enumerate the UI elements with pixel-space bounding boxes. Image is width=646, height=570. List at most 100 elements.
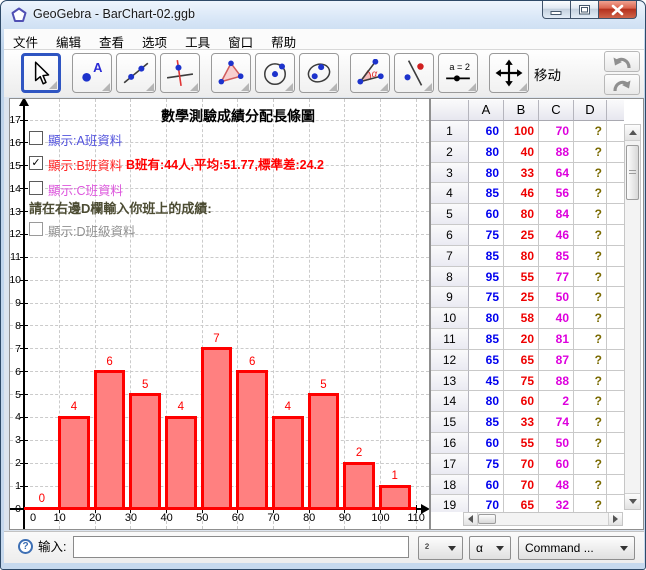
row-header-9[interactable]: 9	[431, 287, 469, 308]
horizontal-scrollbar-thumb[interactable]	[478, 514, 496, 524]
cell-A10[interactable]: 80	[469, 308, 504, 329]
cell-C12[interactable]: 87	[539, 350, 574, 371]
cell-D11[interactable]: ?	[574, 329, 607, 350]
cell-B5[interactable]: 80	[504, 204, 539, 225]
cell-A19[interactable]: 70	[469, 495, 504, 512]
show-class-d-label[interactable]: 顯示:D班級資料	[48, 221, 136, 240]
row-header-14[interactable]: 14	[431, 391, 469, 412]
row-header-2[interactable]: 2	[431, 142, 469, 163]
cell-A5[interactable]: 60	[469, 204, 504, 225]
cell-B11[interactable]: 20	[504, 329, 539, 350]
cell-B2[interactable]: 40	[504, 142, 539, 163]
cell-filler[interactable]	[607, 475, 624, 496]
cell-filler[interactable]	[607, 495, 624, 512]
tool-options-corner-icon[interactable]	[146, 83, 154, 91]
cell-B12[interactable]: 65	[504, 350, 539, 371]
cell-filler[interactable]	[607, 391, 624, 412]
cell-A4[interactable]: 85	[469, 183, 504, 204]
graphics-view[interactable]: 0102030405060708090100110012345678910111…	[9, 98, 430, 530]
cell-B4[interactable]: 46	[504, 183, 539, 204]
cell-D8[interactable]: ?	[574, 267, 607, 288]
bar[interactable]	[129, 393, 161, 510]
cell-D18[interactable]: ?	[574, 475, 607, 496]
help-icon[interactable]: ?	[18, 539, 33, 554]
cell-D9[interactable]: ?	[574, 287, 607, 308]
cell-C8[interactable]: 77	[539, 267, 574, 288]
row-header-11[interactable]: 11	[431, 329, 469, 350]
tool-polygon-button[interactable]	[211, 53, 251, 93]
cell-filler[interactable]	[607, 287, 624, 308]
cell-C15[interactable]: 74	[539, 412, 574, 433]
maximize-button[interactable]	[570, 1, 599, 19]
undo-button[interactable]	[604, 51, 640, 72]
horizontal-scrollbar[interactable]	[463, 512, 623, 526]
cell-filler[interactable]	[607, 246, 624, 267]
column-header-C[interactable]: C	[539, 100, 574, 121]
row-header-16[interactable]: 16	[431, 433, 469, 454]
scroll-up-button[interactable]	[625, 125, 640, 141]
cell-D1[interactable]: ?	[574, 121, 607, 142]
tool-move-graphics-view-button[interactable]	[489, 53, 529, 93]
tool-circle-with-center-button[interactable]	[255, 53, 295, 93]
cell-C13[interactable]: 88	[539, 371, 574, 392]
bar[interactable]	[272, 416, 304, 511]
show-class-b-checkbox[interactable]: ✓	[29, 156, 43, 170]
cell-B17[interactable]: 70	[504, 454, 539, 475]
cell-A16[interactable]: 60	[469, 433, 504, 454]
algebra-input[interactable]	[73, 536, 409, 558]
cell-A8[interactable]: 95	[469, 267, 504, 288]
tool-ellipse-button[interactable]	[299, 53, 339, 93]
exponent-dropdown[interactable]: ²	[418, 536, 463, 560]
cell-D6[interactable]: ?	[574, 225, 607, 246]
cell-D14[interactable]: ?	[574, 391, 607, 412]
cell-filler[interactable]	[607, 454, 624, 475]
cell-D2[interactable]: ?	[574, 142, 607, 163]
bar[interactable]	[343, 462, 375, 511]
cell-D4[interactable]: ?	[574, 183, 607, 204]
cell-filler[interactable]	[607, 183, 624, 204]
bar[interactable]	[201, 347, 233, 510]
cell-A12[interactable]: 65	[469, 350, 504, 371]
scroll-right-button[interactable]	[608, 513, 622, 525]
show-class-c-label[interactable]: 顯示:C班資料	[48, 180, 123, 199]
cell-B18[interactable]: 70	[504, 475, 539, 496]
cell-C10[interactable]: 40	[539, 308, 574, 329]
cell-D19[interactable]: ?	[574, 495, 607, 512]
tool-perpendicular-line-button[interactable]	[160, 53, 200, 93]
cell-C9[interactable]: 50	[539, 287, 574, 308]
tool-move-button[interactable]	[21, 53, 61, 93]
show-class-c-checkbox[interactable]	[29, 181, 43, 195]
cell-C18[interactable]: 48	[539, 475, 574, 496]
redo-button[interactable]	[604, 74, 640, 95]
show-class-a-label[interactable]: 顯示:A班資料	[48, 130, 122, 149]
cell-D7[interactable]: ?	[574, 246, 607, 267]
tool-reflect-about-line-button[interactable]	[394, 53, 434, 93]
cell-D3[interactable]: ?	[574, 163, 607, 184]
cell-C1[interactable]: 70	[539, 121, 574, 142]
tool-options-corner-icon[interactable]	[49, 81, 57, 89]
column-header-D[interactable]: D	[574, 100, 607, 121]
cell-C3[interactable]: 64	[539, 163, 574, 184]
row-header-4[interactable]: 4	[431, 183, 469, 204]
cell-B14[interactable]: 60	[504, 391, 539, 412]
cell-filler[interactable]	[607, 308, 624, 329]
cell-C11[interactable]: 81	[539, 329, 574, 350]
cell-A3[interactable]: 80	[469, 163, 504, 184]
tool-options-corner-icon[interactable]	[424, 83, 432, 91]
cell-B9[interactable]: 25	[504, 287, 539, 308]
row-header-19[interactable]: 19	[431, 495, 469, 512]
bar[interactable]	[165, 416, 197, 511]
greek-letter-dropdown[interactable]: α	[469, 536, 511, 560]
cell-C6[interactable]: 46	[539, 225, 574, 246]
cell-C7[interactable]: 85	[539, 246, 574, 267]
spreadsheet-corner[interactable]	[431, 100, 469, 121]
cell-filler[interactable]	[607, 350, 624, 371]
bar[interactable]	[308, 393, 340, 510]
cell-B15[interactable]: 33	[504, 412, 539, 433]
cell-A1[interactable]: 60	[469, 121, 504, 142]
title-bar[interactable]: GeoGebra - BarChart-02.ggb	[1, 1, 645, 29]
row-header-1[interactable]: 1	[431, 121, 469, 142]
tool-new-point-button[interactable]: A	[72, 53, 112, 93]
show-class-b-label[interactable]: 顯示:B班資料	[48, 155, 122, 174]
tool-angle-button[interactable]: α	[350, 53, 390, 93]
